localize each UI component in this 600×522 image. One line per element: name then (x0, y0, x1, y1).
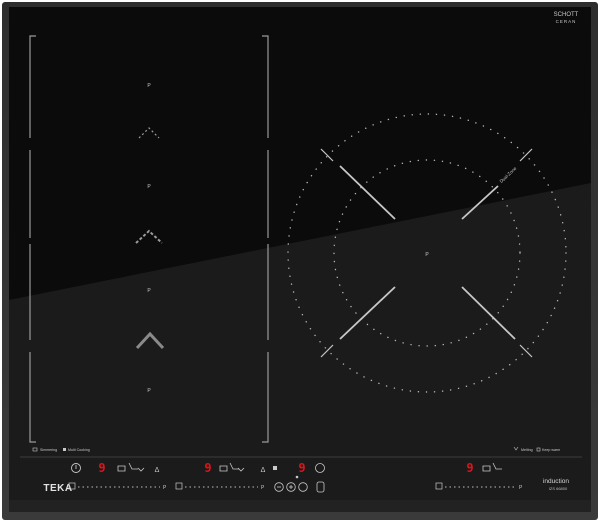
ceran-logo: CERAN (556, 19, 577, 24)
zone-power-display: 9 (466, 461, 473, 475)
status-label: Multi Cooking (68, 448, 90, 452)
zone-power-display: 9 (298, 461, 305, 475)
model-label: IZS 66800 (549, 486, 568, 491)
stop-go-button[interactable] (273, 466, 277, 470)
lock-button[interactable]: Δ (155, 467, 160, 474)
schott-logo: SCHOTT (554, 12, 579, 18)
multi-cooking-icon (63, 448, 66, 451)
zone-power-display: 9 (204, 461, 211, 475)
status-label: Simmering (40, 448, 57, 452)
brand-logo: TEKA (43, 483, 72, 494)
frame-bottom-edge (9, 500, 591, 512)
status-label: Keep warm (542, 448, 560, 452)
zone-power-display: 9 (98, 461, 105, 475)
induction-label: induction (543, 478, 569, 485)
indicator-dot (295, 475, 299, 479)
induction-hob: SCHOTT CERAN P P P P P Dual-Zone Simmeri… (2, 2, 598, 520)
status-label: Melting (521, 448, 533, 452)
timer-button[interactable]: Δ (261, 467, 266, 474)
